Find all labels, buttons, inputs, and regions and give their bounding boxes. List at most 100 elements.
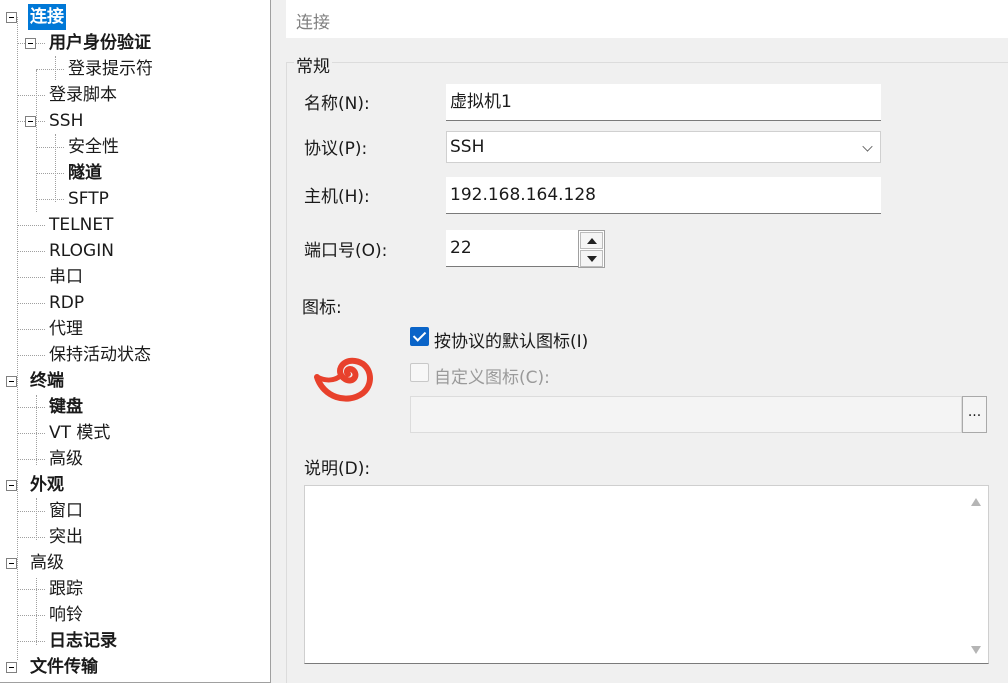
description-scrollbar[interactable] <box>964 486 988 663</box>
tree-connector <box>55 56 56 80</box>
port-input[interactable]: 22 <box>446 230 578 267</box>
tree-connector <box>36 147 64 148</box>
collapse-icon[interactable] <box>6 376 17 387</box>
settings-tree[interactable]: 连接 用户身份验证登录提示符登录脚本 SSH 安全性隧道 SFTP TELNET RLOGI… <box>0 0 271 683</box>
tree-connector <box>36 69 64 70</box>
tree-item-label: 跟踪 <box>49 579 83 599</box>
page-title: 连接 <box>296 13 330 33</box>
tree-item[interactable]: 代理 <box>47 316 85 342</box>
name-input[interactable]: 虚拟机1 <box>446 84 881 121</box>
browse-button-label: ... <box>967 404 982 420</box>
collapse-icon[interactable] <box>6 480 17 491</box>
tree-item-label: 日志记录 <box>49 631 117 651</box>
protocol-label: 协议(P): <box>304 139 368 159</box>
tree-item[interactable]: 登录脚本 <box>47 82 119 108</box>
tree-item[interactable]: 键盘 <box>47 394 85 420</box>
tree-item[interactable]: 串口 <box>47 264 85 290</box>
tree-item[interactable]: SFTP <box>66 186 111 212</box>
tree-item[interactable]: 终端 <box>28 368 66 394</box>
tree-item[interactable]: 文件传输 <box>28 654 100 680</box>
icon-label: 图标: <box>302 298 342 318</box>
tree-item-label: 保持活动状态 <box>49 345 151 365</box>
tree-connector <box>36 173 64 174</box>
tree-item-label: 键盘 <box>49 397 83 417</box>
tree-item[interactable]: 突出 <box>47 524 85 550</box>
port-spinner[interactable] <box>578 230 605 268</box>
tree-connector <box>17 459 45 460</box>
host-input[interactable]: 192.168.164.128 <box>446 177 881 214</box>
tree-connector <box>17 511 45 512</box>
description-label: 说明(D): <box>304 459 371 479</box>
tree-connector <box>17 589 45 590</box>
general-group-title: 常规 <box>294 52 332 77</box>
tree-item[interactable]: 安全性 <box>66 134 121 160</box>
tree-connector <box>17 17 18 660</box>
name-label: 名称(N): <box>304 94 370 114</box>
tree-connector <box>36 498 37 540</box>
tree-item[interactable]: RLOGIN <box>47 238 116 264</box>
tree-connector <box>17 537 45 538</box>
tree-connector <box>55 134 56 202</box>
tree-item[interactable]: TELNET <box>47 212 115 238</box>
tree-item[interactable]: 日志记录 <box>47 628 119 654</box>
collapse-icon[interactable] <box>25 116 36 127</box>
tree-connector <box>17 251 45 252</box>
collapse-icon[interactable] <box>6 662 17 673</box>
chevron-down-icon <box>862 141 873 152</box>
tree-connector <box>36 395 37 465</box>
tree-item-label: 终端 <box>30 371 64 391</box>
tree-item-label: RDP <box>49 293 85 313</box>
host-label: 主机(H): <box>304 187 370 207</box>
scroll-down-icon[interactable] <box>971 646 981 654</box>
tree-connector <box>17 615 45 616</box>
default-icon-label[interactable]: 按协议的默认图标(I) <box>434 327 588 352</box>
browse-button[interactable]: ... <box>962 396 987 433</box>
ssh-protocol-icon <box>314 357 373 402</box>
collapse-icon[interactable] <box>6 558 17 569</box>
collapse-icon[interactable] <box>6 12 17 23</box>
tree-item-label: 串口 <box>49 267 83 287</box>
tree-item[interactable]: 窗口 <box>47 498 85 524</box>
tree-connector <box>17 641 45 642</box>
tree-item[interactable]: 外观 <box>28 472 66 498</box>
protocol-select[interactable]: SSH <box>446 131 881 163</box>
tree-item[interactable]: VT 模式 <box>47 420 112 446</box>
tree-item-label: RLOGIN <box>49 241 114 261</box>
custom-icon-path-input <box>410 396 962 433</box>
tree-item[interactable]: 响铃 <box>47 602 85 628</box>
tree-item-label: 登录脚本 <box>49 85 117 105</box>
scroll-up-icon[interactable] <box>971 498 981 506</box>
tree-item-label: 安全性 <box>68 137 119 157</box>
host-input-value: 192.168.164.128 <box>450 185 597 205</box>
tree-item[interactable]: 高级 <box>28 550 66 576</box>
tree-connector <box>36 578 37 645</box>
tree-item-label: TELNET <box>49 215 114 235</box>
tree-item-label: 高级 <box>49 449 83 469</box>
tree-connector <box>17 433 45 434</box>
spin-up-icon[interactable] <box>580 232 603 249</box>
tree-item-label: SSH <box>49 111 84 131</box>
tree-item[interactable]: 跟踪 <box>47 576 85 602</box>
tree-item[interactable]: 隧道 <box>66 160 104 186</box>
default-icon-checkbox[interactable] <box>410 327 429 346</box>
tree-item-label: 登录提示符 <box>68 59 153 79</box>
collapse-icon[interactable] <box>25 38 36 49</box>
spin-down-icon[interactable] <box>580 250 603 267</box>
tree-item[interactable]: 用户身份验证 <box>47 30 153 56</box>
description-textarea[interactable] <box>304 485 989 664</box>
tree-connector <box>17 303 45 304</box>
tree-item-label: SFTP <box>68 189 109 209</box>
tree-item[interactable]: 保持活动状态 <box>47 342 153 368</box>
tree-connector <box>36 199 64 200</box>
tree-item-label: 窗口 <box>49 501 83 521</box>
tree-item[interactable]: SSH <box>47 108 85 134</box>
tree-connector <box>17 355 45 356</box>
custom-icon-checkbox[interactable] <box>410 363 429 382</box>
tree-connector <box>17 95 45 96</box>
tree-item[interactable]: 高级 <box>47 446 85 472</box>
tree-connector <box>17 407 45 408</box>
tree-item[interactable]: 连接 <box>28 4 66 30</box>
tree-item[interactable]: RDP <box>47 290 86 316</box>
tree-connector <box>17 277 45 278</box>
tree-item[interactable]: 登录提示符 <box>66 56 155 82</box>
